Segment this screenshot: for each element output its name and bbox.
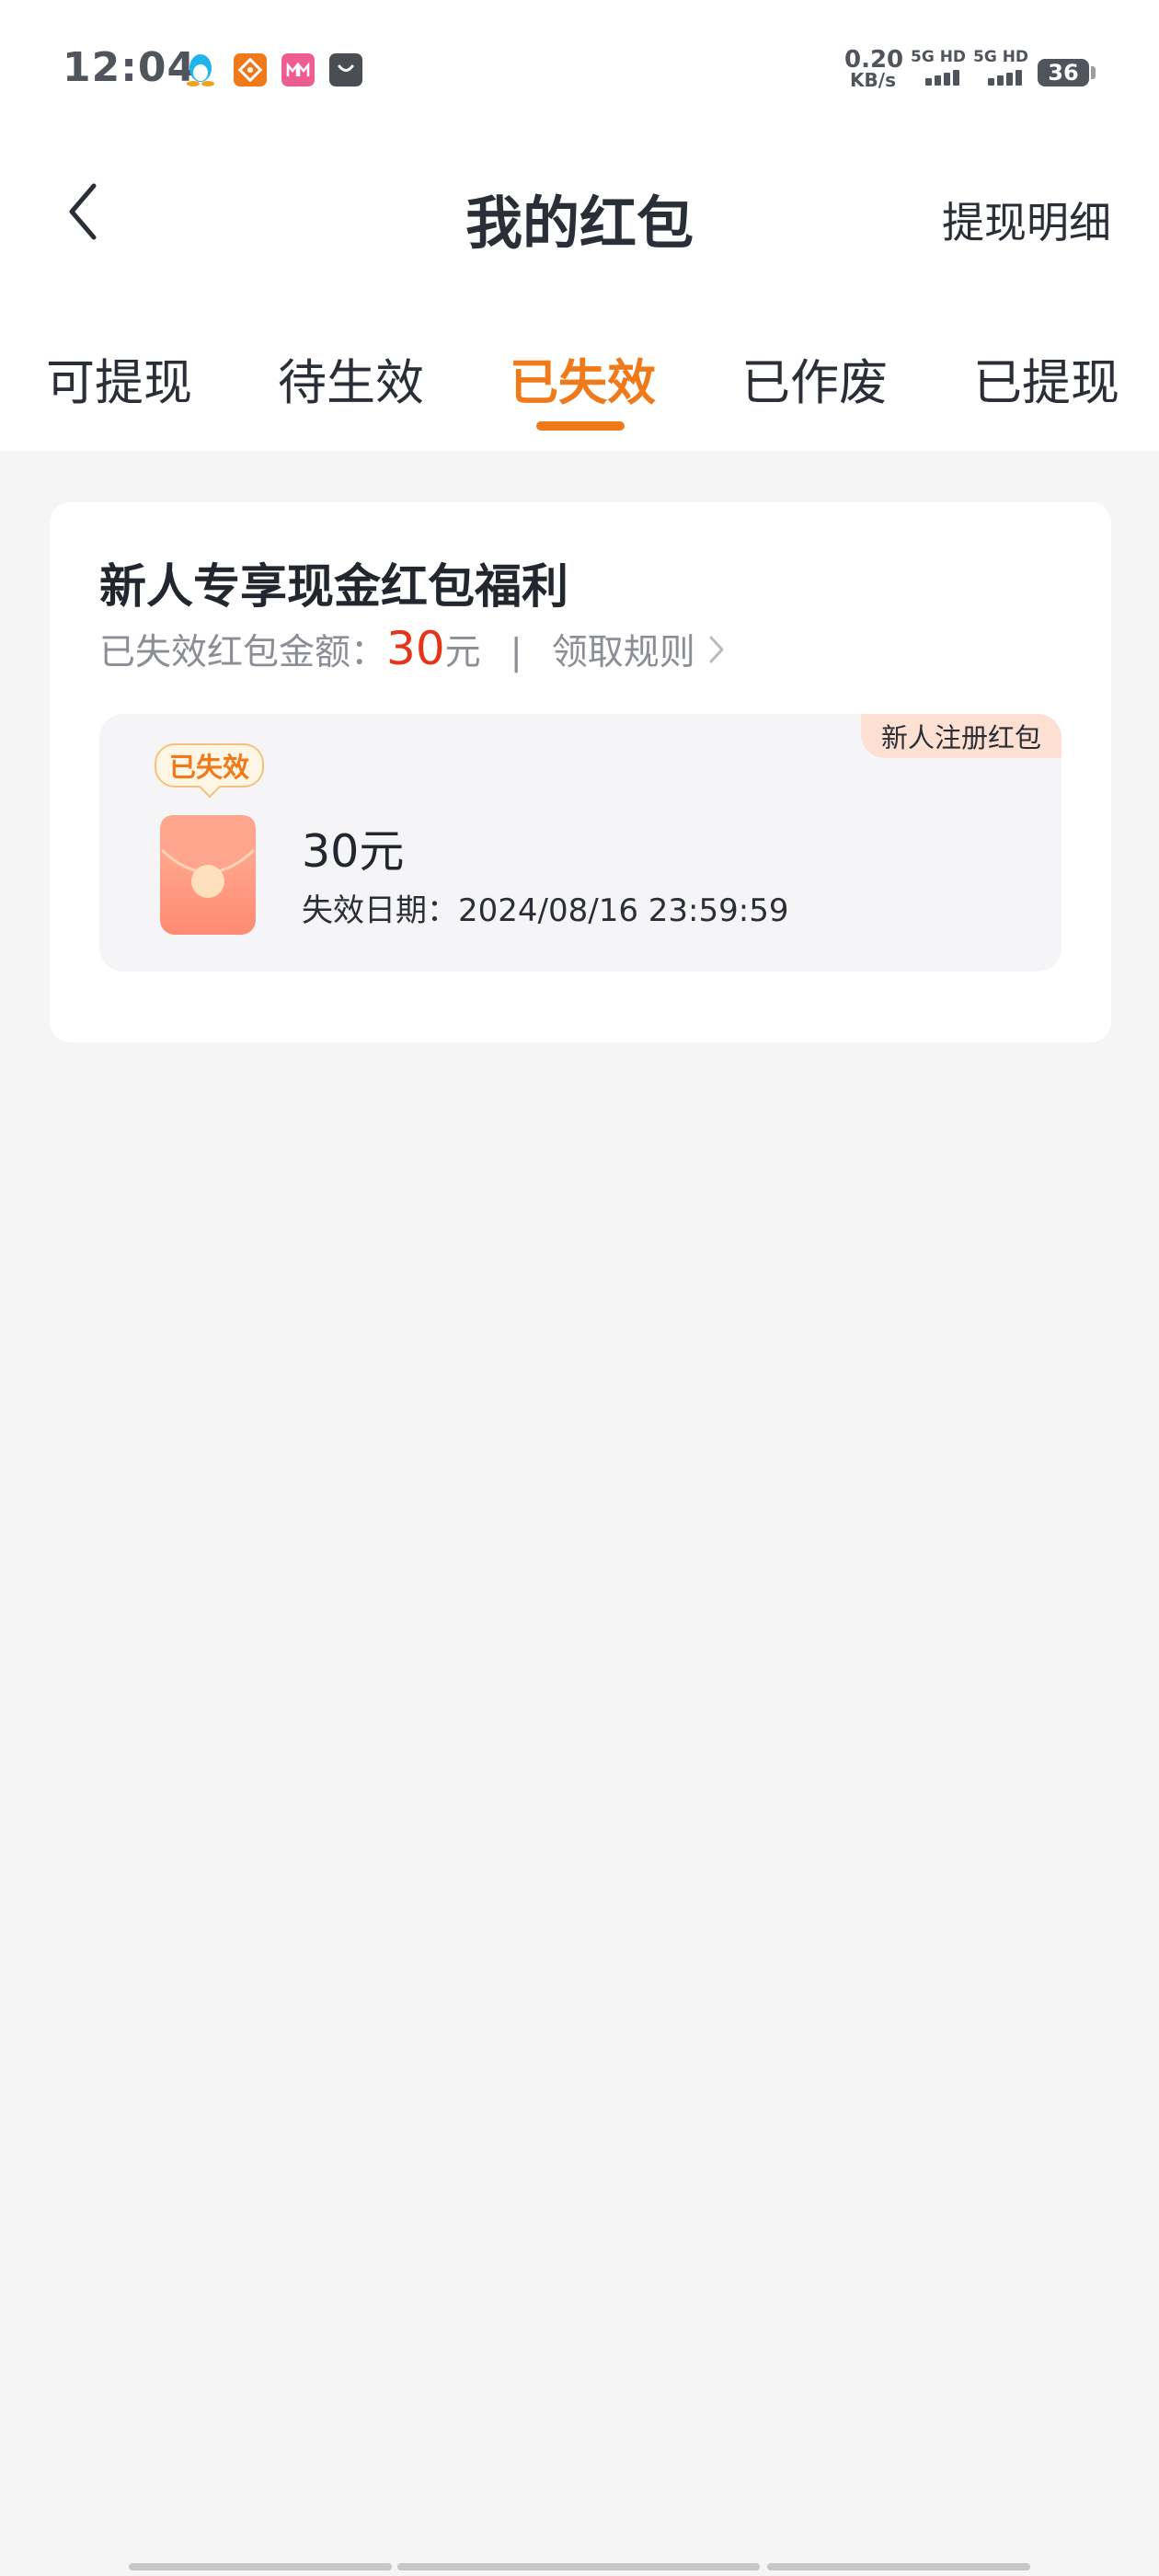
- new-user-tag: 新人注册红包: [860, 714, 1061, 758]
- signal-bars-icon: [925, 70, 959, 86]
- pink-app-icon: [281, 53, 315, 86]
- expired-status-badge: 已失效: [155, 743, 265, 788]
- chevron-left-icon: [69, 183, 97, 240]
- back-button[interactable]: [55, 175, 110, 248]
- summary-label: 已失效红包金额：: [99, 632, 387, 673]
- red-packet-item[interactable]: 新人注册红包 已失效 30元 失效日期：2024/08/16 23:59:59: [99, 714, 1061, 972]
- tab-withdrawable[interactable]: 可提现: [46, 344, 192, 414]
- summary-amount: 30: [386, 622, 445, 675]
- active-tab-indicator: [536, 421, 625, 431]
- divider: |: [510, 632, 522, 673]
- withdraw-detail-link[interactable]: 提现明细: [942, 190, 1111, 250]
- expiry-date: 失效日期：2024/08/16 23:59:59: [302, 892, 789, 929]
- expired-amount-summary: 已失效红包金额： 30 元 | 领取规则: [99, 622, 725, 675]
- card-title: 新人专享现金红包福利: [99, 560, 569, 615]
- claim-rules-link[interactable]: 领取规则: [552, 624, 725, 675]
- status-time: 12:04: [63, 44, 197, 91]
- home-indicator-left: [129, 2563, 392, 2570]
- home-indicator-right: [767, 2563, 1030, 2570]
- status-bar: 12:04 0.20 KB/s 5G HD 5G HD 36: [0, 0, 1159, 138]
- tab-expired[interactable]: 已失效: [510, 344, 656, 414]
- red-envelope-icon: [160, 815, 256, 935]
- red-packet-card: 新人专享现金红包福利 已失效红包金额： 30 元 | 领取规则 新人注册红包 已…: [50, 502, 1111, 1042]
- summary-unit: 元: [444, 632, 481, 673]
- claim-rules-label: 领取规则: [551, 632, 695, 673]
- qq-penguin-icon: [184, 53, 217, 86]
- red-packet-amount: 30元: [302, 825, 405, 878]
- battery-tip: [1091, 66, 1096, 79]
- header: 我的红包 提现明细: [0, 138, 1159, 304]
- tab-withdrawn[interactable]: 已提现: [973, 344, 1119, 414]
- tab-pending[interactable]: 待生效: [278, 344, 424, 414]
- network-speed: 0.20 KB/s: [844, 46, 904, 91]
- battery-level: 36: [1048, 60, 1079, 86]
- signal-strength-2: 5G HD: [973, 48, 1030, 92]
- signal-strength-1: 5G HD: [911, 48, 968, 92]
- signal-bars-icon: [988, 70, 1022, 86]
- tab-voided[interactable]: 已作废: [741, 344, 888, 414]
- battery-icon: 36: [1038, 59, 1089, 86]
- orange-app-icon: [234, 53, 267, 86]
- home-indicator-center[interactable]: [397, 2563, 760, 2570]
- chevron-right-icon: [709, 636, 724, 663]
- shopping-bag-icon: [329, 53, 362, 86]
- tab-bar: 可提现 待生效 已失效 已作废 已提现: [0, 304, 1159, 451]
